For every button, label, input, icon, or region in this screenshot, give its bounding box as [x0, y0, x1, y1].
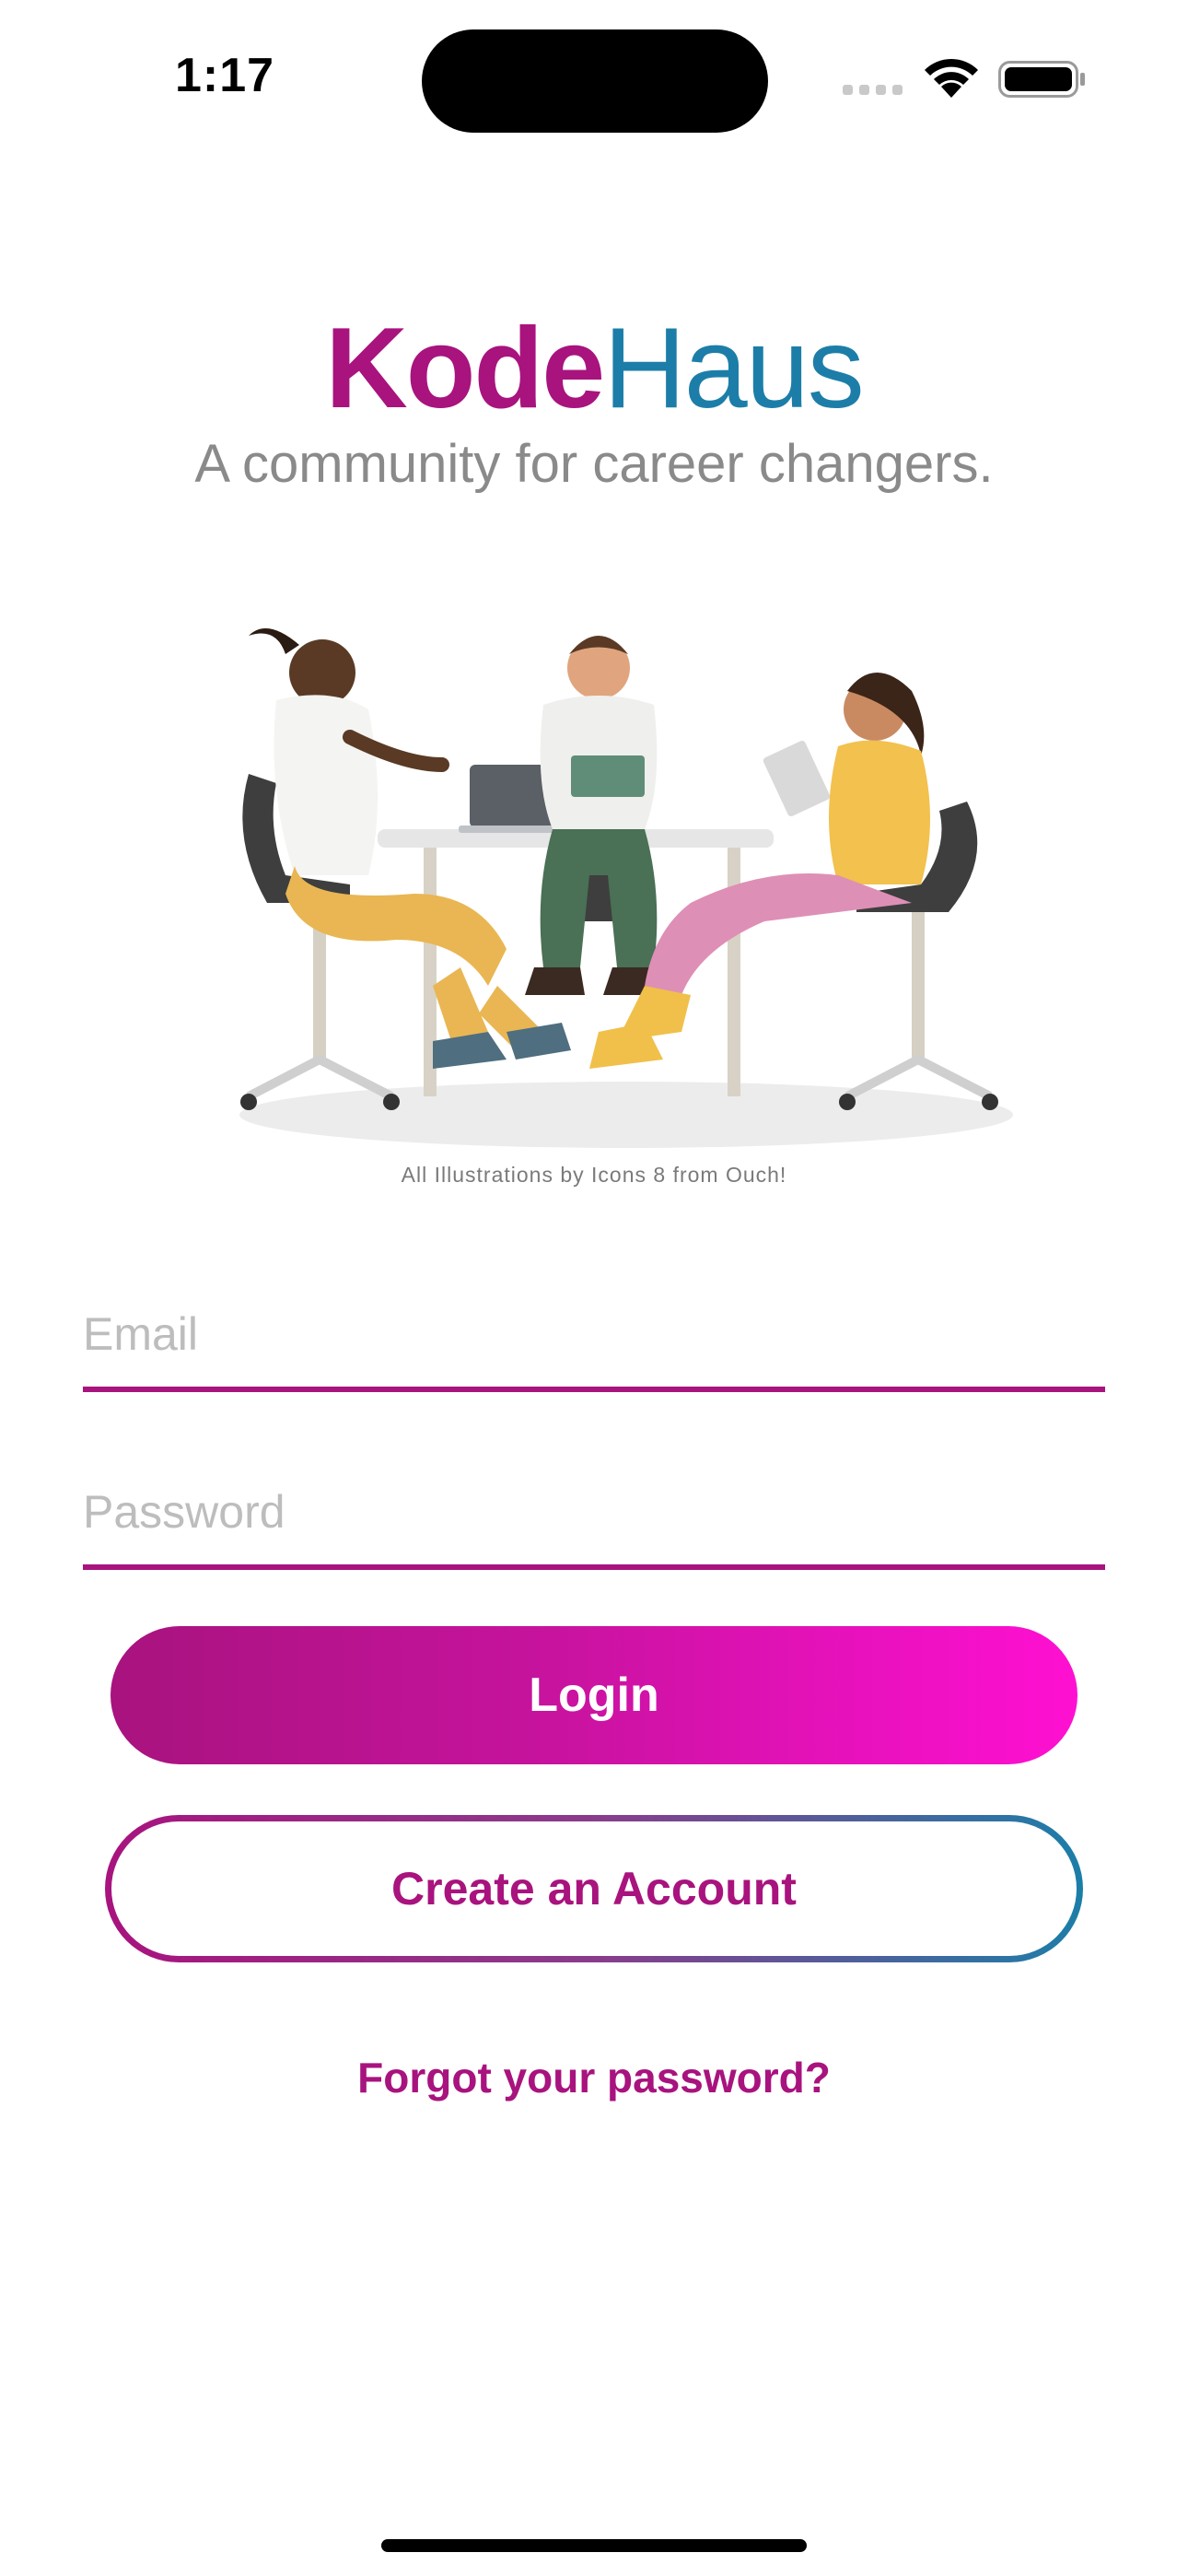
- email-field-container: [83, 1276, 1105, 1392]
- logo-part-kode: Kode: [325, 305, 605, 432]
- create-account-border: Create an Account: [105, 1815, 1083, 1962]
- password-field-container: [83, 1454, 1105, 1570]
- tagline: A community for career changers.: [194, 434, 994, 494]
- team-illustration: [239, 628, 1013, 1148]
- signal-icon: [843, 85, 903, 95]
- forgot-password-link[interactable]: Forgot your password?: [0, 2053, 1188, 2102]
- password-field[interactable]: [83, 1480, 1105, 1544]
- dynamic-island: [422, 29, 768, 133]
- wifi-icon: [925, 58, 978, 98]
- logo-part-haus: Haus: [603, 305, 864, 432]
- app-logo: KodeHaus: [0, 304, 1188, 433]
- email-field[interactable]: [83, 1302, 1105, 1366]
- home-indicator: [381, 2539, 807, 2552]
- create-account-button[interactable]: Create an Account: [111, 1821, 1077, 1956]
- status-time: 1:17: [175, 49, 275, 102]
- login-button[interactable]: Login: [111, 1626, 1077, 1764]
- battery-icon: [998, 61, 1085, 98]
- illustration-credit: All Illustrations by Icons 8 from Ouch!: [401, 1163, 787, 1187]
